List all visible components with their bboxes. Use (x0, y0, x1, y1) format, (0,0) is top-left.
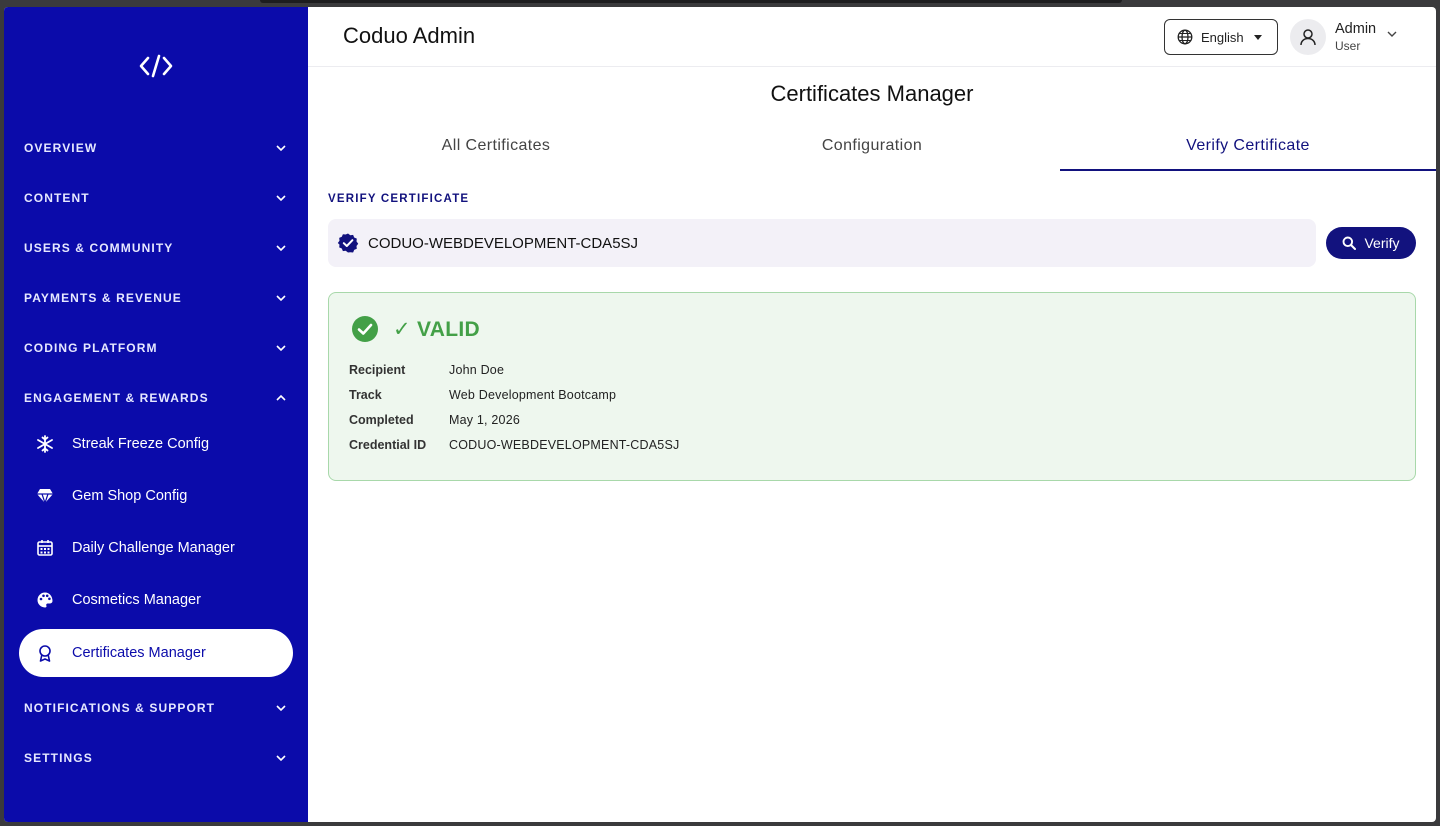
gem-icon (36, 487, 54, 505)
user-menu[interactable]: Admin User (1290, 19, 1398, 55)
field-value: Web Development Bootcamp (449, 388, 617, 402)
chevron-down-icon (274, 191, 288, 205)
chevron-down-icon (274, 291, 288, 305)
globe-icon (1177, 29, 1193, 45)
tab-bar: All Certificates Configuration Verify Ce… (308, 125, 1436, 171)
user-role: User (1335, 38, 1361, 53)
sidebar-section-payments-revenue[interactable]: PAYMENTS & REVENUE (24, 283, 288, 313)
sidebar-section-label: NOTIFICATIONS & SUPPORT (24, 701, 216, 715)
verification-result-card: ✓ VALID Recipient John Doe Track Web Dev… (328, 292, 1416, 481)
sidebar-section-label: CONTENT (24, 191, 90, 205)
sidebar-section-notifications-support[interactable]: NOTIFICATIONS & SUPPORT (24, 693, 288, 723)
caret-down-icon (1253, 34, 1262, 40)
sidebar-item-daily-challenge-manager[interactable]: Daily Challenge Manager (19, 524, 293, 572)
result-field-recipient: Recipient John Doe (349, 363, 504, 377)
sidebar-item-cosmetics-manager[interactable]: Cosmetics Manager (19, 576, 293, 624)
field-key: Completed (349, 413, 414, 427)
sidebar-section-settings[interactable]: SETTINGS (24, 743, 288, 773)
top-bar: Coduo Admin English Admin User (308, 7, 1436, 67)
palette-icon (36, 591, 54, 609)
tab-verify-certificate[interactable]: Verify Certificate (1060, 125, 1436, 171)
chevron-down-icon (274, 701, 288, 715)
user-icon (1300, 29, 1316, 46)
verification-status: ✓ VALID (393, 317, 480, 341)
sidebar-item-label: Streak Freeze Config (72, 436, 210, 452)
sidebar-section-engagement-rewards[interactable]: ENGAGEMENT & REWARDS (24, 383, 288, 413)
sidebar: OVERVIEW CONTENT USERS & COMMUNITY PAYME… (4, 7, 308, 822)
sidebar-section-label: OVERVIEW (24, 141, 98, 155)
field-value: CODUO-WEBDEVELOPMENT-CDA5SJ (449, 438, 680, 452)
sidebar-section-label: PAYMENTS & REVENUE (24, 291, 182, 305)
field-value: John Doe (449, 363, 505, 377)
sidebar-section-users-community[interactable]: USERS & COMMUNITY (24, 233, 288, 263)
sidebar-item-label: Daily Challenge Manager (72, 540, 235, 556)
result-field-credential-id: Credential ID CODUO-WEBDEVELOPMENT-CDA5S… (349, 438, 679, 452)
app-window: OVERVIEW CONTENT USERS & COMMUNITY PAYME… (4, 7, 1436, 822)
verify-button-label: Verify (1364, 235, 1400, 251)
credential-search-field (328, 219, 1316, 267)
sidebar-section-coding-platform[interactable]: CODING PLATFORM (24, 333, 288, 363)
main-content: Coduo Admin English Admin User Certifica… (308, 7, 1436, 822)
window-top-strip (260, 0, 1122, 3)
logo-code-icon[interactable] (4, 51, 308, 81)
calendar-icon (36, 539, 54, 557)
snowflake-icon (36, 435, 54, 453)
verify-section-label: VERIFY CERTIFICATE (328, 193, 470, 205)
field-key: Recipient (349, 363, 406, 377)
field-key: Track (349, 388, 382, 402)
field-value: May 1, 2026 (449, 413, 520, 427)
sidebar-section-label: SETTINGS (24, 751, 93, 765)
verify-button[interactable]: Verify (1326, 227, 1416, 259)
check-circle-icon (351, 315, 379, 343)
search-icon (1342, 236, 1357, 250)
verified-badge-icon (336, 231, 360, 255)
avatar (1290, 19, 1326, 55)
sidebar-item-label: Cosmetics Manager (72, 592, 201, 608)
tab-configuration[interactable]: Configuration (684, 125, 1060, 171)
chevron-down-icon (274, 341, 288, 355)
sidebar-item-gem-shop-config[interactable]: Gem Shop Config (19, 472, 293, 520)
credential-id-input[interactable] (368, 234, 1268, 252)
user-name: Admin (1335, 21, 1377, 38)
chevron-down-icon (274, 141, 288, 155)
language-label: English (1201, 29, 1244, 45)
award-icon (36, 644, 54, 662)
field-key: Credential ID (349, 438, 427, 452)
page-title: Certificates Manager (770, 81, 974, 106)
sidebar-section-label: USERS & COMMUNITY (24, 241, 174, 255)
sidebar-item-label: Gem Shop Config (72, 488, 188, 504)
chevron-up-icon (274, 391, 288, 405)
tab-all-certificates[interactable]: All Certificates (308, 125, 684, 171)
sidebar-section-label: ENGAGEMENT & REWARDS (24, 391, 209, 405)
result-field-track: Track Web Development Bootcamp (349, 388, 616, 402)
chevron-down-icon (1386, 25, 1398, 43)
chevron-down-icon (274, 751, 288, 765)
sidebar-item-label: Certificates Manager (72, 645, 206, 661)
sidebar-item-streak-freeze-config[interactable]: Streak Freeze Config (19, 420, 293, 468)
app-title: Coduo Admin (343, 23, 476, 48)
language-selector[interactable]: English (1164, 19, 1278, 55)
sidebar-section-overview[interactable]: OVERVIEW (24, 133, 288, 163)
result-field-completed: Completed May 1, 2026 (349, 413, 520, 427)
sidebar-section-label: CODING PLATFORM (24, 341, 158, 355)
sidebar-item-certificates-manager[interactable]: Certificates Manager (19, 629, 293, 677)
chevron-down-icon (274, 241, 288, 255)
sidebar-section-content[interactable]: CONTENT (24, 183, 288, 213)
